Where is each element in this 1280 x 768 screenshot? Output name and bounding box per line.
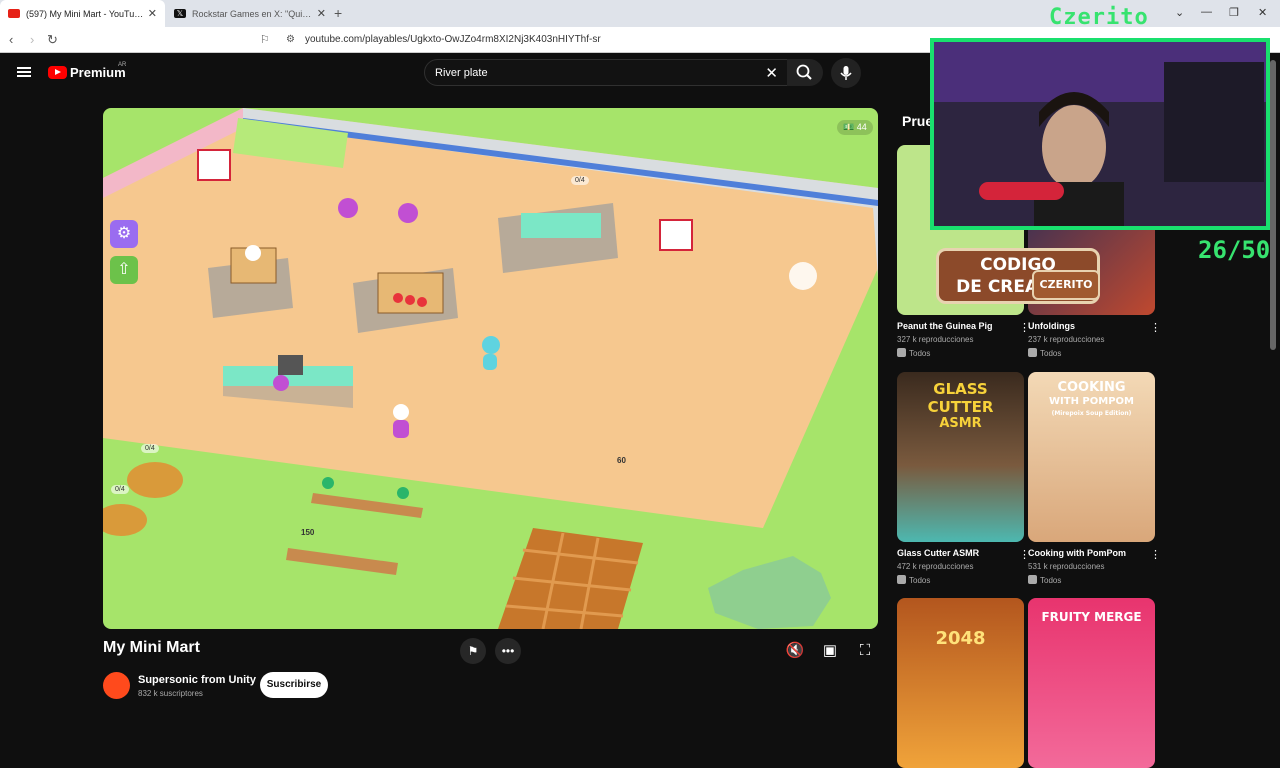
card-views: 472 k reproducciones (897, 562, 974, 571)
stock-tag: 0/4 (571, 176, 589, 185)
stock-tag: 0/4 (141, 444, 159, 453)
cash-value: 44 (856, 122, 867, 132)
bookmark-icon[interactable]: ⚐ (260, 33, 270, 46)
search-button[interactable] (787, 59, 823, 86)
mute-icon: 🔇 (785, 642, 805, 659)
channel-name[interactable]: Supersonic from Unity (138, 674, 256, 686)
microphone-icon (840, 66, 852, 80)
game-scene (103, 108, 878, 629)
gear-icon: ⚙ (116, 225, 132, 242)
back-icon[interactable]: ‹ (9, 32, 13, 47)
thumbnail[interactable]: GLASS CUTTER ASMR (897, 372, 1024, 542)
page-scrollbar[interactable] (1270, 60, 1276, 350)
video-title: My Mini Mart (103, 639, 200, 656)
thumb-text: COOKING (1057, 380, 1126, 395)
arrow-up-icon: ⇧ (117, 261, 131, 278)
tab-title: (597) My Mini Mart - YouTube (26, 8, 144, 19)
voice-search-button[interactable] (831, 58, 861, 88)
thumb-text: GLASS (933, 380, 988, 398)
clear-search-icon[interactable]: ✕ (765, 64, 778, 82)
more-icon[interactable]: ⋮ (1150, 321, 1161, 334)
tab-close-icon[interactable]: ✕ (148, 7, 157, 20)
card-badge: Todos (1028, 348, 1155, 358)
cash-counter: 💵 44 (837, 120, 873, 135)
card-badge: Todos (1028, 575, 1155, 585)
tab-search-icon[interactable]: ⌄ (1175, 6, 1184, 19)
thumb-text: FRUITY MERGE (1041, 610, 1142, 624)
stock-tag: 0/4 (111, 485, 129, 494)
forward-icon[interactable]: › (30, 32, 34, 47)
bookmark-icon: ⚑ (467, 644, 479, 658)
youtube-logo-icon[interactable] (48, 66, 67, 79)
playable-card[interactable]: FRUITY MERGE (1028, 598, 1155, 768)
card-title[interactable]: Unfoldings (1028, 321, 1155, 331)
theater-button[interactable]: ▣ (817, 638, 843, 664)
new-tab-button[interactable]: + (334, 5, 342, 21)
playable-card[interactable]: GLASS CUTTER ASMR Glass Cutter ASMR 472 … (897, 372, 1030, 585)
tab-my-mini-mart[interactable]: (597) My Mini Mart - YouTube ✕ (0, 0, 165, 27)
minimize-icon[interactable]: — (1201, 6, 1212, 18)
subscriber-count: 832 k suscriptores (138, 689, 203, 698)
card-views: 531 k reproducciones (1028, 562, 1105, 571)
playable-card[interactable]: COOKING WITH POMPOM (Mirepoix Soup Editi… (1028, 372, 1161, 585)
more-actions-button[interactable]: ••• (495, 638, 521, 664)
fullscreen-button[interactable]: ⛶ (852, 638, 878, 664)
card-title[interactable]: Glass Cutter ASMR (897, 548, 1024, 558)
thumb-text: WITH POMPOM (1049, 396, 1134, 407)
webcam-feed (934, 42, 1266, 226)
game-canvas[interactable]: 💵 44 ⚙ ⇧ 0/4 0/4 0/4 60 150 (103, 108, 878, 629)
youtube-favicon-icon (8, 9, 20, 18)
tab-title: Rockstar Games en X: "Quick clarifica (192, 8, 313, 19)
card-title[interactable]: Cooking with PomPom (1028, 548, 1155, 558)
thumbnail[interactable]: 2048 (897, 598, 1024, 768)
subscribe-button[interactable]: Suscribirse (260, 672, 328, 698)
streamer-name: Czerito (1049, 5, 1149, 30)
close-window-icon[interactable]: ✕ (1258, 6, 1267, 19)
more-icon: ••• (501, 644, 515, 658)
menu-icon[interactable] (17, 67, 31, 77)
progress-counter: 26/50 (1198, 236, 1271, 264)
settings-button[interactable]: ⚙ (110, 220, 138, 248)
search-value: River plate (435, 67, 488, 79)
search-input[interactable]: River plate ✕ (424, 59, 789, 86)
restore-icon[interactable]: ❐ (1229, 6, 1239, 19)
upgrade-button[interactable]: ⇧ (110, 256, 138, 284)
playable-card[interactable]: 2048 (897, 598, 1024, 768)
thumbnail[interactable]: COOKING WITH POMPOM (Mirepoix Soup Editi… (1028, 372, 1155, 542)
card-views: 237 k reproducciones (1028, 335, 1105, 344)
thumb-text: 2048 (935, 628, 986, 649)
unlock-price: 60 (617, 456, 626, 465)
thumb-text: ASMR (939, 416, 982, 431)
search-icon (796, 64, 812, 80)
card-badge: Todos (897, 348, 1024, 358)
thumbnail[interactable]: FRUITY MERGE (1028, 598, 1155, 768)
more-icon[interactable]: ⋮ (1150, 548, 1161, 561)
x-favicon-icon: 𝕏 (174, 9, 186, 18)
tab-rockstar[interactable]: 𝕏 Rockstar Games en X: "Quick clarifica … (166, 0, 334, 27)
site-info-icon[interactable]: ⚙ (286, 34, 295, 45)
card-views: 327 k reproducciones (897, 335, 974, 344)
channel-avatar[interactable] (103, 672, 130, 699)
unlock-price: 150 (301, 528, 315, 537)
fullscreen-icon: ⛶ (859, 642, 871, 659)
mute-button[interactable]: 🔇 (782, 638, 808, 664)
url-field[interactable]: youtube.com/playables/Ugkxto-OwJZo4rm8XI… (305, 34, 601, 45)
logo-country: AR (118, 62, 127, 68)
thumb-text: (Mirepoix Soup Edition) (1051, 410, 1132, 417)
creator-tag: CZERITO (1032, 270, 1100, 300)
screen-icon: ▣ (822, 642, 838, 659)
card-badge: Todos (897, 575, 1024, 585)
tab-close-icon[interactable]: ✕ (317, 7, 326, 20)
webcam-overlay (930, 38, 1270, 230)
save-button[interactable]: ⚑ (460, 638, 486, 664)
reload-icon[interactable]: ↻ (47, 32, 58, 48)
thumb-text: CUTTER (927, 398, 994, 416)
card-title[interactable]: Peanut the Guinea Pig (897, 321, 1024, 331)
